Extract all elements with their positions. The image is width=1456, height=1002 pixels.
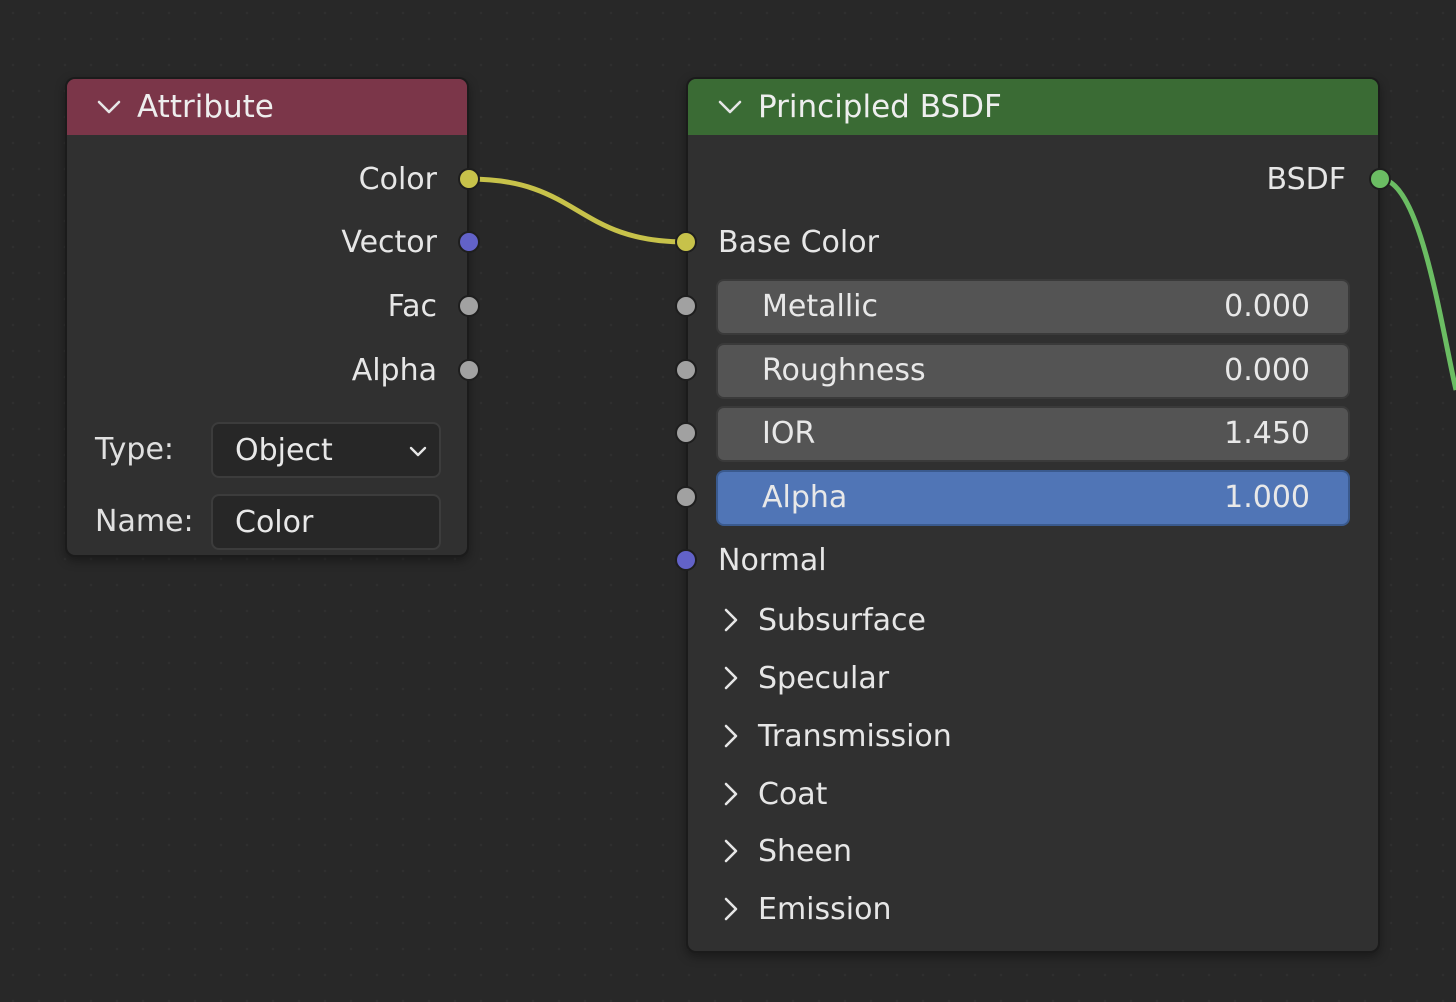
socket-color-output[interactable] — [458, 168, 480, 190]
chevron-right-icon — [724, 666, 738, 690]
metallic-label: Metallic — [762, 289, 878, 324]
chevron-right-icon — [724, 782, 738, 806]
panel-subsurface[interactable]: Subsurface — [716, 598, 926, 642]
normal-label: Normal — [718, 543, 827, 578]
type-dropdown-value: Object — [235, 432, 333, 468]
chevron-right-icon — [724, 839, 738, 863]
socket-metallic-input[interactable] — [675, 295, 697, 317]
principled-bsdf-node[interactable]: Principled BSDF BSDF Base Color Metallic… — [686, 77, 1380, 953]
ior-value: 1.450 — [1224, 416, 1310, 451]
alpha-field[interactable]: Alpha 1.000 — [716, 470, 1350, 526]
base-color-label: Base Color — [718, 225, 879, 260]
output-fac-label: Fac — [387, 289, 437, 324]
metallic-field[interactable]: Metallic 0.000 — [716, 279, 1350, 335]
metallic-value: 0.000 — [1224, 289, 1310, 324]
roughness-value: 0.000 — [1224, 353, 1310, 388]
type-dropdown[interactable]: Object — [211, 422, 441, 478]
socket-roughness-input[interactable] — [675, 359, 697, 381]
alpha-value: 1.000 — [1224, 480, 1310, 515]
socket-base-color-input[interactable] — [675, 231, 697, 253]
name-input-value: Color — [235, 504, 314, 540]
panel-sheen-label: Sheen — [758, 833, 852, 869]
socket-alpha-output[interactable] — [458, 359, 480, 381]
panel-transmission[interactable]: Transmission — [716, 714, 952, 758]
type-label: Type: — [95, 432, 175, 467]
chevron-down-icon — [409, 446, 427, 457]
bsdf-output-label: BSDF — [1266, 162, 1346, 197]
panel-transmission-label: Transmission — [758, 718, 952, 754]
ior-label: IOR — [762, 416, 816, 451]
attribute-node[interactable]: Attribute Color Vector Fac Alpha Type: O… — [65, 77, 469, 557]
chevron-right-icon — [724, 897, 738, 921]
output-vector-label: Vector — [341, 225, 437, 260]
socket-bsdf-output[interactable] — [1369, 168, 1391, 190]
principled-bsdf-title: Principled BSDF — [758, 89, 1002, 125]
panel-emission-label: Emission — [758, 891, 892, 927]
chevron-down-icon[interactable] — [95, 93, 123, 121]
roughness-field[interactable]: Roughness 0.000 — [716, 343, 1350, 399]
alpha-label: Alpha — [762, 480, 848, 515]
socket-normal-input[interactable] — [675, 549, 697, 571]
chevron-right-icon — [724, 608, 738, 632]
chevron-right-icon — [724, 724, 738, 748]
panel-subsurface-label: Subsurface — [758, 602, 926, 638]
principled-bsdf-header[interactable]: Principled BSDF — [688, 79, 1378, 135]
socket-alpha-input[interactable] — [675, 486, 697, 508]
link-bsdf-output[interactable] — [1379, 176, 1456, 391]
panel-specular-label: Specular — [758, 660, 890, 696]
attribute-node-header[interactable]: Attribute — [67, 79, 467, 135]
attribute-node-title: Attribute — [137, 89, 274, 125]
output-color-label: Color — [358, 162, 437, 197]
chevron-down-icon[interactable] — [716, 93, 744, 121]
name-input[interactable]: Color — [211, 494, 441, 550]
panel-coat-label: Coat — [758, 776, 828, 812]
roughness-label: Roughness — [762, 353, 926, 388]
name-label: Name: — [95, 504, 194, 539]
socket-ior-input[interactable] — [675, 422, 697, 444]
panel-sheen[interactable]: Sheen — [716, 829, 852, 873]
socket-vector-output[interactable] — [458, 231, 480, 253]
panel-emission[interactable]: Emission — [716, 887, 891, 931]
link-color-to-base-color[interactable] — [468, 176, 687, 245]
panel-coat[interactable]: Coat — [716, 772, 827, 816]
output-alpha-label: Alpha — [351, 353, 437, 388]
socket-fac-output[interactable] — [458, 295, 480, 317]
panel-specular[interactable]: Specular — [716, 656, 889, 700]
ior-field[interactable]: IOR 1.450 — [716, 406, 1350, 462]
